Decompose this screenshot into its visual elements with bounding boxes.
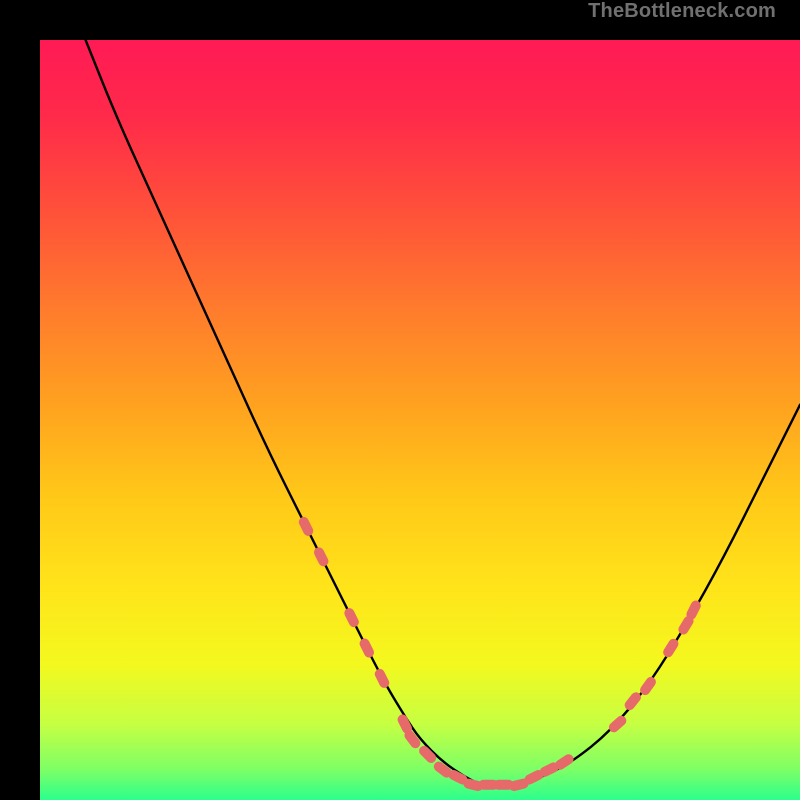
bottleneck-chart <box>40 40 800 800</box>
chart-background <box>40 40 800 800</box>
watermark-text: TheBottleneck.com <box>588 0 776 23</box>
chart-frame <box>20 20 780 780</box>
